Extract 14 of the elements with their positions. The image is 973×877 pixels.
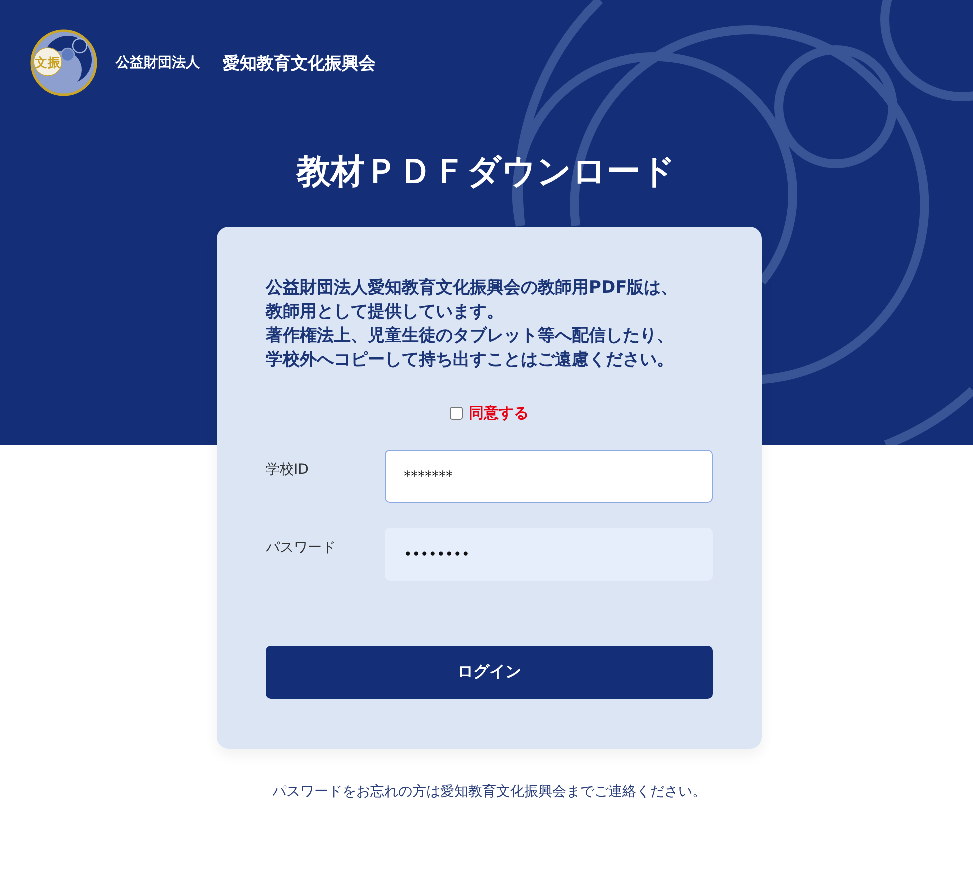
page-title: 教材ＰＤＦダウンロード (297, 151, 676, 194)
input-field[interactable]: •••••••• (385, 528, 713, 581)
logo-emblem-drawing (30, 30, 98, 96)
input-field[interactable]: ******* (385, 450, 713, 503)
organization-name: 愛知教育文化振興会 (223, 52, 376, 74)
agree-label[interactable]: 同意する (469, 404, 529, 423)
field-label: パスワード (266, 539, 337, 557)
organization-type: 公益財団法人 (116, 54, 200, 72)
agree-checkbox[interactable] (450, 407, 463, 420)
notice-text: 公益財団法人愛知教育文化振興会の教師用PDF版は、 教師用として提供しています。 著作権法上、児童生徒のタブレット等へ配信したり、 学校外へコピーして持ち出すことはご遠慮ください。 (266, 277, 680, 372)
login-button[interactable]: ログイン (266, 646, 713, 699)
logo-text: 文振 (35, 55, 61, 70)
contact-note: パスワードをお忘れの方は愛知教育文化振興会までご連絡ください。 (272, 783, 706, 801)
field-label: 学校ID (266, 461, 310, 479)
